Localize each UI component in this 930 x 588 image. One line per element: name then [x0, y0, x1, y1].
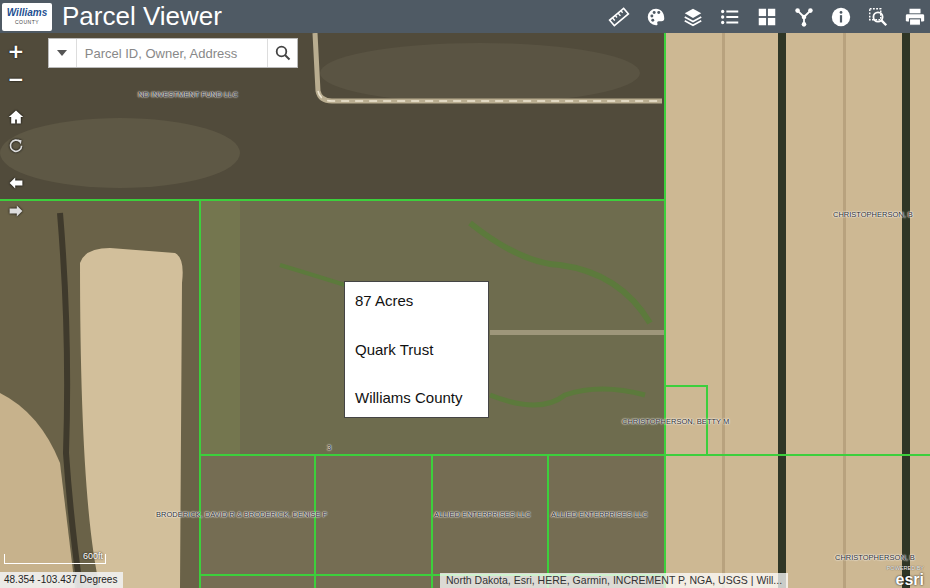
logo-sub: COUNTY [15, 20, 39, 25]
ruler-icon[interactable] [608, 6, 630, 28]
lot-number: 3 [327, 443, 331, 452]
esri-wordmark: esri [896, 572, 924, 588]
locate-button[interactable] [4, 132, 28, 158]
layers-icon[interactable] [682, 6, 704, 28]
home-button[interactable] [4, 104, 28, 130]
scale-label: 600ft [83, 551, 103, 561]
magnifier-icon [275, 45, 291, 61]
app-title: Parcel Viewer [62, 0, 222, 33]
coordinates-readout: 48.354 -103.437 Degrees [0, 572, 123, 588]
scale-bar: 600ft [4, 554, 106, 564]
parcel-label: ALLIED ENTERPRISES LLC [434, 510, 531, 519]
powered-by: POWERED BY [887, 565, 924, 572]
zoom-in-button[interactable]: + [4, 38, 28, 64]
forward-arrow-icon [8, 203, 24, 219]
parcel-info-box: 87 Acres Quark Trust Williams County [344, 281, 489, 418]
logo-name: Williams [7, 8, 47, 18]
search-button[interactable] [267, 39, 297, 67]
parcel-label: ALLIED ENTERPRISES LLC [551, 510, 648, 519]
parcel-label: CHRISTOPHERSON, B [833, 210, 913, 219]
info-line: 87 Acres [355, 290, 478, 312]
back-button[interactable] [4, 170, 28, 196]
basemap-grid-icon[interactable] [756, 6, 778, 28]
back-arrow-icon [8, 175, 24, 191]
toolbar [608, 6, 926, 28]
header-bar: Williams COUNTY Parcel Viewer [0, 0, 930, 33]
zoom-out-button[interactable]: − [4, 66, 28, 92]
caret-down-icon [57, 50, 67, 56]
info-line: Williams County [355, 387, 478, 409]
search-box [48, 38, 298, 68]
home-icon [8, 109, 24, 125]
search-input[interactable] [77, 39, 267, 67]
map-controls: +− [4, 36, 28, 224]
esri-logo[interactable]: POWERED BYesri [887, 565, 924, 588]
parcel-label: BRODERICK, DAVID R & BRODERICK, DENISE F [156, 510, 327, 519]
print-icon[interactable] [904, 6, 926, 28]
search-source-dropdown[interactable] [49, 39, 77, 67]
share-icon[interactable] [793, 6, 815, 28]
map-view[interactable]: ND INVESTMENT FUND LLC CHRISTOPHERSON, B C… [0, 33, 930, 588]
legend-list-icon[interactable] [719, 6, 741, 28]
county-logo[interactable]: Williams COUNTY [2, 3, 52, 31]
attribution: North Dakota, Esri, HERE, Garmin, INCREM… [440, 573, 788, 588]
parcel-label: CHRISTOPHERSON, BETTY M [622, 417, 729, 426]
palette-icon[interactable] [645, 6, 667, 28]
parcel-label: ND INVESTMENT FUND LLC [138, 90, 238, 99]
info-icon[interactable] [830, 6, 852, 28]
parcel-label: CHRISTOPHERSON, B [835, 553, 915, 562]
parcel-viewer: WilliamsCOUNTYParcel ViewerND INVESTMENT… [0, 0, 930, 588]
refresh-icon [8, 137, 24, 153]
info-line: Quark Trust [355, 339, 478, 361]
forward-button[interactable] [4, 198, 28, 224]
zoom-search-icon[interactable] [867, 6, 889, 28]
